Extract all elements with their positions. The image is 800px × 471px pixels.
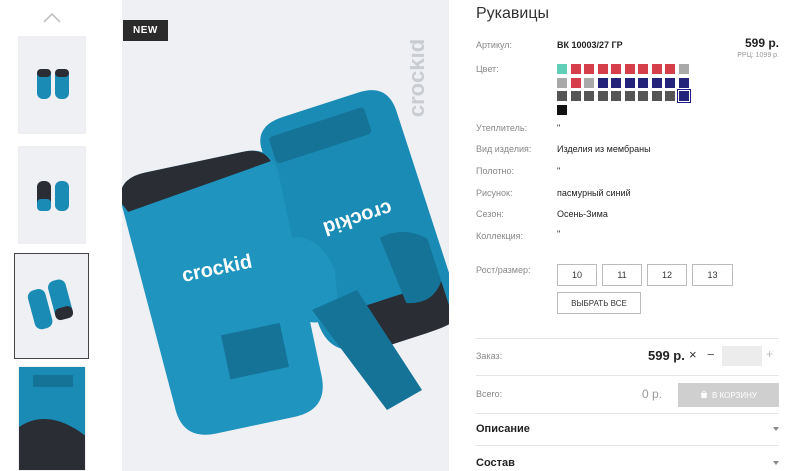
color-swatch[interactable]: [584, 64, 594, 74]
fabric-label: Полотно:: [476, 166, 515, 176]
color-swatch[interactable]: [624, 91, 635, 101]
accordion-label: Описание: [476, 423, 530, 435]
pattern-label: Рисунок:: [476, 188, 513, 198]
divider: [476, 445, 779, 446]
size-button-10[interactable]: 10: [557, 264, 597, 286]
thumbnail-mittens-image: [27, 279, 74, 330]
brand-logo: crockid: [410, 39, 429, 117]
qty-increase-button[interactable]: +: [766, 347, 773, 361]
quantity-input[interactable]: [722, 346, 762, 366]
accordion-label: Состав: [476, 457, 515, 469]
fabric-value: ": [557, 166, 561, 176]
new-badge: NEW: [123, 20, 168, 41]
select-all-button[interactable]: ВЫБРАТЬ ВСЕ: [557, 292, 641, 314]
insulation-value: ": [557, 123, 561, 133]
color-swatch[interactable]: [624, 64, 635, 74]
thumbnail-mittens-image: [19, 367, 85, 470]
mittens-illustration: crockid crockid: [122, 90, 449, 435]
thumbnail-mittens-image: [37, 69, 69, 99]
divider: [476, 338, 779, 339]
color-swatch[interactable]: [638, 64, 648, 74]
times-icon: ×: [689, 347, 697, 362]
color-swatch[interactable]: [584, 91, 594, 101]
season-label: Сезон:: [476, 209, 504, 219]
insulation-label: Утеплитель:: [476, 123, 528, 133]
order-price: 599 р.: [648, 348, 685, 363]
article-label: Артикул:: [476, 40, 513, 50]
article-value: ВК 10003/27 ГР: [557, 40, 623, 50]
color-swatch[interactable]: [611, 64, 621, 74]
thumbnail-gallery: [14, 0, 90, 471]
color-swatch[interactable]: [584, 77, 594, 88]
add-to-cart-label: В КОРЗИНУ: [712, 390, 757, 400]
add-to-cart-button[interactable]: В КОРЗИНУ: [678, 383, 779, 407]
thumbnail-3[interactable]: [14, 253, 89, 359]
thumbnail-4[interactable]: [18, 366, 86, 471]
color-swatch[interactable]: [557, 91, 567, 101]
collection-label: Коллекция:: [476, 231, 524, 241]
divider: [476, 375, 779, 376]
color-swatch[interactable]: [624, 77, 635, 88]
thumbnail-1[interactable]: [18, 36, 86, 134]
caret-down-icon: [773, 427, 779, 431]
accordion-composition[interactable]: Состав: [476, 452, 779, 471]
product-type-value: Изделия из мембраны: [557, 144, 651, 154]
color-swatch[interactable]: [651, 91, 662, 101]
color-swatch[interactable]: [597, 77, 608, 88]
caret-down-icon: [773, 461, 779, 465]
product-type-label: Вид изделия:: [476, 144, 532, 154]
color-swatch[interactable]: [611, 77, 621, 88]
color-swatch[interactable]: [557, 77, 567, 88]
color-label: Цвет:: [476, 64, 499, 74]
color-swatch[interactable]: [597, 91, 608, 101]
svg-text:crockid: crockid: [410, 39, 429, 117]
color-swatch[interactable]: [676, 89, 691, 103]
color-swatch[interactable]: [570, 77, 581, 88]
size-label: Рост/размер:: [476, 265, 531, 275]
color-swatch[interactable]: [678, 64, 689, 74]
size-button-11[interactable]: 11: [602, 264, 642, 286]
product-title: Рукавицы: [476, 5, 550, 22]
total-label: Всего:: [476, 389, 503, 399]
color-swatch[interactable]: [597, 64, 608, 74]
product-price: 599 р.: [744, 36, 779, 50]
size-button-13[interactable]: 13: [692, 264, 733, 286]
color-swatch[interactable]: [651, 77, 662, 88]
qty-decrease-button[interactable]: −: [707, 347, 715, 362]
color-swatch[interactable]: [638, 91, 648, 101]
color-swatch[interactable]: [557, 64, 567, 74]
color-swatch[interactable]: [651, 64, 662, 74]
chevron-up-icon[interactable]: [42, 10, 62, 24]
thumbnail-mittens-image: [37, 181, 69, 211]
rrp-price: РРЦ: 1099 р.: [737, 52, 779, 59]
color-swatch[interactable]: [665, 64, 675, 74]
collection-value: ": [557, 229, 561, 239]
color-swatch[interactable]: [638, 77, 648, 88]
pattern-value: пасмурный синий: [557, 188, 631, 198]
color-swatch[interactable]: [665, 77, 675, 88]
accordion-description[interactable]: Описание: [476, 418, 779, 442]
color-swatch[interactable]: [665, 91, 675, 101]
thumbnail-2[interactable]: [18, 146, 86, 244]
order-label: Заказ:: [476, 351, 503, 361]
size-button-12[interactable]: 12: [647, 264, 687, 286]
color-swatch[interactable]: [678, 77, 689, 88]
cart-icon: [701, 391, 708, 398]
total-value: 0 р.: [642, 387, 663, 401]
color-swatch[interactable]: [557, 104, 567, 115]
color-swatch[interactable]: [570, 64, 581, 74]
color-swatch[interactable]: [611, 91, 621, 101]
product-main-image[interactable]: crockid crockid NEW crockid: [122, 0, 449, 471]
season-value: Осень-Зима: [557, 209, 608, 219]
divider: [476, 413, 779, 414]
color-swatch[interactable]: [570, 91, 581, 101]
